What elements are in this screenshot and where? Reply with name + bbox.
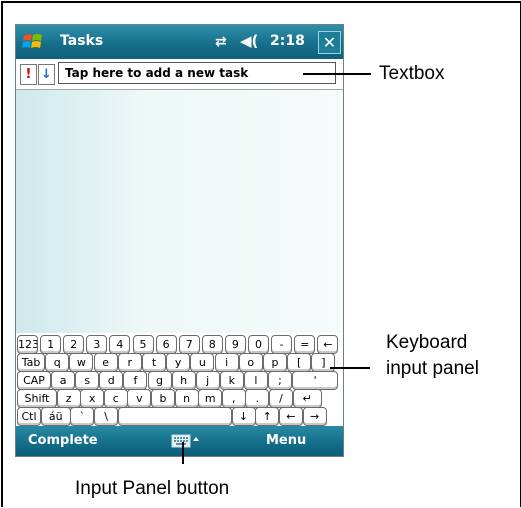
menu-softkey[interactable]: Menu (266, 433, 306, 448)
key[interactable]: f (123, 371, 148, 390)
key[interactable]: q (45, 353, 70, 372)
high-priority-button[interactable]: ! (20, 64, 37, 85)
key[interactable]: 1 (40, 335, 62, 354)
task-list-area[interactable] (16, 90, 343, 333)
key[interactable]: 5 (132, 335, 154, 354)
key[interactable]: o (238, 353, 263, 372)
new-task-textbox[interactable] (58, 62, 336, 84)
key[interactable]: n (174, 389, 199, 408)
key[interactable]: 9 (224, 335, 246, 354)
key[interactable]: ; (268, 371, 292, 390)
keyboard-annotation-line1: Keyboard (386, 332, 468, 353)
input-panel-button-annotation: Input Panel button (75, 478, 230, 499)
key[interactable]: - (271, 335, 293, 354)
key[interactable]: ← (278, 407, 303, 426)
key[interactable]: r (117, 353, 142, 372)
windows-start-icon[interactable] (22, 31, 44, 53)
key[interactable]: a (51, 371, 76, 390)
key[interactable]: Shift (17, 389, 57, 408)
key[interactable]: j (195, 371, 220, 390)
key[interactable]: u (190, 353, 215, 372)
key[interactable]: c (103, 389, 128, 408)
key[interactable]: v (127, 389, 152, 408)
key[interactable]: 8 (201, 335, 223, 354)
keyboard-input-panel: 123 1 2 3 4 5 6 7 8 9 0- = ← Tab q w e r t y u i o p[] CAP a s d f g h… (16, 333, 343, 426)
key[interactable]: m (198, 389, 223, 408)
key[interactable]: d (99, 371, 124, 390)
key[interactable]: / (269, 389, 293, 408)
low-priority-button[interactable]: ↓ (38, 64, 55, 85)
key[interactable]: \ (94, 407, 119, 426)
key[interactable]: l (243, 371, 268, 390)
clock[interactable]: 2:18 (270, 33, 305, 49)
key[interactable]: 4 (109, 335, 131, 354)
key[interactable]: 123 (17, 335, 38, 354)
key[interactable]: = (294, 335, 316, 354)
key[interactable]: t (142, 353, 166, 372)
key[interactable]: ' (292, 371, 339, 390)
key[interactable]: 2 (63, 335, 85, 354)
key[interactable]: ↓ (231, 407, 256, 426)
title-bar: Tasks ⇄ ◀( 2:18 ✕ (16, 25, 343, 59)
key[interactable]: b (151, 389, 175, 408)
textbox-annotation: Textbox (379, 63, 445, 84)
app-title: Tasks (60, 33, 104, 49)
softkey-bar: Complete Menu (16, 426, 343, 456)
key[interactable]: Tab (17, 353, 45, 372)
key[interactable]: ↑ (255, 407, 280, 426)
input-panel-button[interactable] (171, 432, 199, 450)
key[interactable]: 7 (178, 335, 200, 354)
connectivity-icon[interactable]: ⇄ (215, 34, 227, 50)
key[interactable]: 0 (248, 335, 269, 354)
key[interactable]: 6 (155, 335, 177, 354)
input-panel-callout-line (182, 442, 184, 464)
key[interactable]: x (80, 389, 105, 408)
key[interactable]: w (69, 353, 94, 372)
key[interactable]: , (221, 389, 246, 408)
key[interactable]: i (214, 353, 239, 372)
key[interactable]: → (302, 407, 327, 426)
key[interactable]: e (93, 353, 118, 372)
keyboard-annotation-line2: input panel (386, 358, 479, 379)
key[interactable]: k (219, 371, 244, 390)
key[interactable]: s (75, 371, 100, 390)
volume-icon[interactable]: ◀( (240, 32, 258, 50)
key[interactable]: z (56, 389, 81, 408)
textbox-callout-line (303, 73, 371, 75)
key[interactable]: áü (40, 407, 71, 426)
key[interactable]: Ctl (17, 407, 41, 426)
key[interactable]: ← (317, 335, 339, 354)
device-screen: Tasks ⇄ ◀( 2:18 ✕ ! ↓ 1231234567890-=←Ta… (16, 25, 343, 456)
close-button[interactable]: ✕ (318, 31, 341, 54)
key[interactable]: 3 (86, 335, 108, 354)
task-entry-bar: ! ↓ (16, 59, 343, 90)
keyboard-callout-line (330, 367, 370, 369)
key[interactable]: [ (287, 353, 312, 372)
key[interactable]: . (245, 389, 270, 408)
complete-softkey[interactable]: Complete (28, 433, 98, 448)
key[interactable]: ` (70, 407, 95, 426)
key[interactable]: y (166, 353, 191, 372)
key[interactable]: h (171, 371, 196, 390)
key[interactable]: g (147, 371, 172, 390)
key-space[interactable] (117, 407, 232, 426)
key[interactable]: ↵ (292, 389, 322, 408)
key[interactable]: ] (311, 353, 336, 372)
key[interactable]: p (263, 353, 287, 372)
key[interactable]: CAP (17, 371, 51, 390)
